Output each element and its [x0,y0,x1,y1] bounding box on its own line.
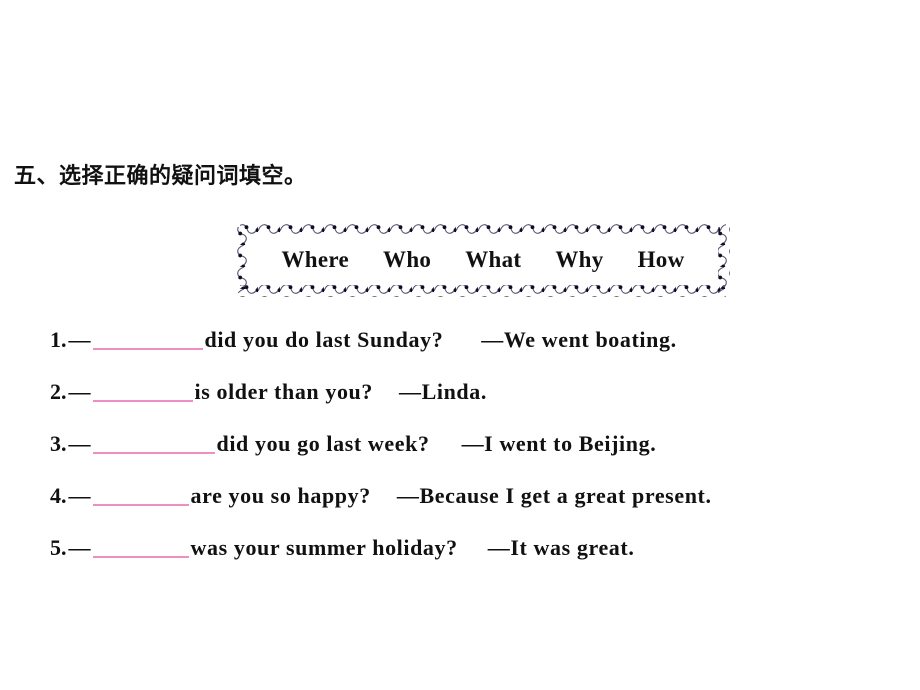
word-bank-item-why[interactable]: Why [555,247,603,273]
page-title: 五、选择正确的疑问词填空。 [14,163,307,188]
word-bank-item-where[interactable]: Where [282,247,350,273]
question-prompt-4: are you so happy? [190,483,371,508]
answer-blank-1[interactable] [92,329,203,350]
question-prompt-2: is older than you? [194,379,373,404]
question-row-1: 1. — did you do last Sunday? —We went bo… [50,326,910,378]
word-bank-item-what[interactable]: What [465,247,521,273]
question-dash-2: — [68,379,91,404]
answer-blank-2[interactable] [92,381,193,402]
question-number-2: 2. [50,379,67,404]
answer-blank-5[interactable] [92,537,189,558]
question-number-3: 3. [50,431,67,456]
question-row-5: 5. — was your summer holiday? —It was gr… [50,534,910,586]
question-number-5: 5. [50,535,67,560]
question-answer-5: —It was great. [487,535,635,560]
question-number-1: 1. [50,327,67,352]
question-prompt-1: did you do last Sunday? [204,327,444,352]
question-list: 1. — did you do last Sunday? —We went bo… [50,326,910,586]
question-row-4: 4. — are you so happy? —Because I get a … [50,482,910,534]
question-row-2: 2. — is older than you? —Linda. [50,378,910,430]
question-answer-3: —I went to Beijing. [461,431,657,456]
question-answer-2: —Linda. [399,379,487,404]
question-answer-4: —Because I get a great present. [396,483,712,508]
word-bank-word-list: Where Who What Why How [236,223,730,297]
question-number-4: 4. [50,483,67,508]
word-bank: Where Who What Why How [236,223,730,297]
question-prompt-5: was your summer holiday? [190,535,458,560]
word-bank-item-who[interactable]: Who [383,247,431,273]
answer-blank-4[interactable] [92,485,189,506]
question-answer-1: —We went boating. [481,327,677,352]
question-dash-5: — [68,535,91,560]
word-bank-item-how[interactable]: How [638,247,685,273]
question-dash-1: — [68,327,91,352]
question-dash-3: — [68,431,91,456]
question-prompt-3: did you go last week? [216,431,430,456]
question-dash-4: — [68,483,91,508]
question-row-3: 3. — did you go last week? —I went to Be… [50,430,910,482]
answer-blank-3[interactable] [92,433,215,454]
